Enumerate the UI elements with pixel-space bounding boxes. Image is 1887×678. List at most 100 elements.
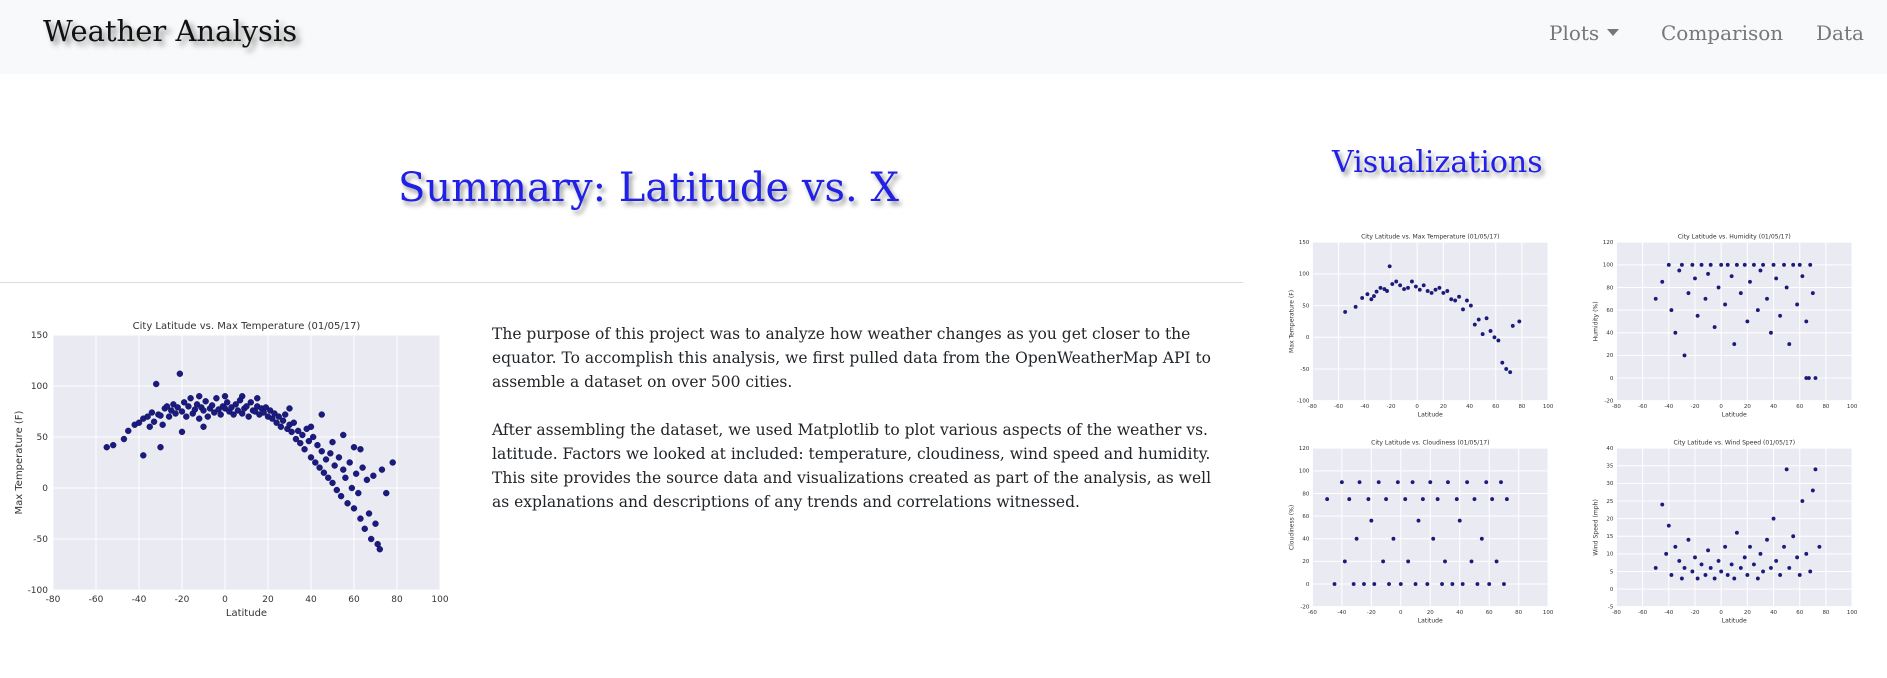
y-tick-label: 20 [1302,559,1309,565]
x-axis-label: Latitude [1722,412,1747,419]
data-point [1706,271,1711,276]
y-tick-label: 60 [1302,514,1309,520]
data-point [223,399,231,406]
y-tick-label: 80 [1302,491,1309,497]
data-point [1441,290,1446,295]
x-tick-label: 0 [1719,404,1723,410]
data-point [1449,297,1454,302]
data-point [1708,565,1713,570]
nav-data-link[interactable]: Data [1816,21,1864,45]
data-point [1755,576,1760,581]
data-point [1693,555,1697,560]
y-tick-label: 60 [1606,308,1613,314]
thumbnail-temperature-plot[interactable]: -80 -60 -40 -20 0 20 40 60 80 100 -100 -50 0 50 100 150… [1285,230,1553,422]
y-tick-label: 150 [31,331,48,341]
y-tick-label: 100 [1299,272,1310,278]
data-point [1771,516,1776,521]
data-point [1390,282,1395,286]
data-point [297,439,304,447]
data-point [1677,558,1682,563]
data-point [1673,330,1678,335]
data-point [103,443,110,451]
x-tick-label: 20 [1744,610,1751,616]
y-tick-label: 150 [1299,240,1310,246]
nav-plots-label: Plots [1549,21,1600,45]
data-point [1372,294,1376,299]
data-point [359,464,366,471]
x-tick-label: 0 [1399,610,1403,616]
data-point [1394,279,1399,284]
data-point [1496,338,1501,343]
data-point [1461,307,1465,312]
summary-paragraph: After assembling the dataset, we used Ma… [492,421,1212,511]
data-point [1795,555,1800,560]
y-tick-label: 40 [1606,446,1613,452]
y-tick-label: 15 [1606,534,1613,540]
data-point [208,402,216,409]
data-point [1413,582,1418,586]
data-point [1800,274,1805,279]
data-point [1734,262,1739,267]
data-point [1376,480,1381,485]
data-point [370,472,377,479]
data-point [301,446,308,453]
data-point [213,395,220,402]
data-point [1353,304,1358,309]
data-point [1723,302,1728,307]
data-point [335,454,343,461]
data-point [1425,582,1430,586]
data-point [1420,497,1425,502]
data-point [1357,480,1362,485]
thumbnail-wind-speed-plot[interactable]: -80 -60 -40 -20 0 20 40 60 80 100 -5 0 5 10 15 20 25 30 35… [1589,436,1857,628]
y-tick-label: 0 [1610,376,1614,382]
data-point [1719,262,1724,267]
data-point [1771,262,1776,267]
data-point [1332,582,1337,586]
y-tick-label: 20 [1606,516,1613,522]
y-axis-label: Cloudiness (%) [1289,505,1296,550]
x-tick-label: -40 [1664,404,1673,410]
thumbnail-cloudiness-plot[interactable]: -60 -40 -20 0 20 40 60 80 100 -20 0 20 40 60 80 100 120 C… [1285,436,1553,628]
data-point [185,403,192,410]
data-point [337,492,345,500]
nav-plots-dropdown[interactable]: Plots [1549,21,1620,45]
main-plot-temperature[interactable]: -80 -60 -40 -20 0 20 40 60 80 100 -100 -50 0 50 100 150… [8,315,448,625]
data-point [1504,367,1509,371]
data-point [1492,335,1497,340]
y-axis-label: Max Temperature (F) [14,410,25,514]
data-point [1433,287,1438,292]
section-divider [0,282,1243,283]
x-tick-label: -20 [1387,404,1396,410]
data-point [318,448,325,455]
nav-comparison-link[interactable]: Comparison [1661,21,1783,45]
data-point [1417,287,1422,292]
data-point [1510,323,1515,328]
data-point [1810,291,1815,296]
data-point [365,510,373,517]
data-point [217,411,224,418]
data-point [183,413,190,420]
data-point [279,417,287,424]
data-point [277,423,285,431]
data-point [238,392,246,400]
data-point [178,408,186,415]
x-tick-label: 40 [1456,610,1463,616]
x-tick-label: 20 [1744,404,1751,410]
data-point [1787,565,1792,570]
x-tick-label: -80 [1308,404,1317,410]
x-tick-label: -20 [1691,404,1700,410]
data-point [1806,376,1811,380]
x-tick-label: -20 [1367,610,1376,616]
data-point [1791,534,1796,539]
y-tick-label: -50 [33,535,48,545]
data-point [221,392,229,400]
data-point [187,395,194,402]
navbar-brand[interactable]: Weather Analysis [43,14,297,48]
chart-title: City Latitude vs. Wind Speed (01/05/17) [1673,440,1795,447]
x-tick-label: -40 [132,595,147,605]
y-tick-label: 80 [1606,285,1613,291]
data-point [383,489,390,497]
plot-area [1616,448,1853,607]
thumbnail-humidity-plot[interactable]: -80 -60 -40 -20 0 20 40 60 80 100 -20 0 20 40 60 80 100 1… [1589,230,1857,422]
x-tick-label: -60 [1638,404,1647,410]
